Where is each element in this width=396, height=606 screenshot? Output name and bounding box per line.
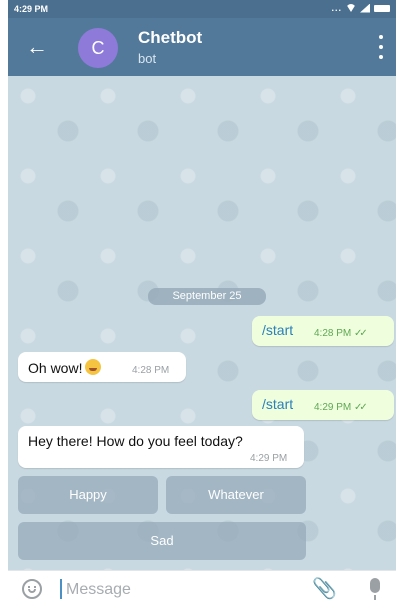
chat-screen: 4:29 PM ... ← C Chetbot bot September 25… bbox=[0, 0, 396, 606]
cell-signal-icon bbox=[360, 3, 370, 13]
chat-title[interactable]: Chetbot bbox=[138, 28, 202, 48]
status-icons: ... bbox=[331, 3, 390, 13]
message-time: 4:28 PM ✓✓ bbox=[314, 328, 368, 339]
microphone-icon[interactable] bbox=[370, 578, 380, 600]
message-input[interactable] bbox=[64, 578, 298, 602]
battery-icon bbox=[374, 4, 390, 12]
date-separator: September 25 bbox=[148, 288, 266, 305]
keyboard-button-sad[interactable]: Sad bbox=[18, 522, 306, 560]
chat-header: ← C Chetbot bot bbox=[8, 18, 396, 76]
message-incoming[interactable]: Oh wow! 4:28 PM bbox=[18, 352, 186, 382]
grinning-face-icon bbox=[85, 359, 102, 375]
avatar[interactable]: C bbox=[78, 28, 118, 68]
status-bar: 4:29 PM ... bbox=[8, 0, 396, 18]
message-outgoing[interactable]: /start 4:28 PM ✓✓ bbox=[252, 316, 394, 346]
keyboard-button-happy[interactable]: Happy bbox=[18, 476, 158, 514]
chat-area[interactable]: September 25 /start 4:28 PM ✓✓ Oh wow! 4… bbox=[8, 76, 396, 570]
message-text: /start bbox=[262, 396, 294, 412]
message-text: /start bbox=[262, 322, 294, 338]
message-text: Oh wow! bbox=[28, 359, 102, 376]
emoji-icon[interactable] bbox=[22, 579, 42, 599]
attach-icon[interactable]: 📎 bbox=[312, 579, 337, 599]
wifi-icon bbox=[346, 4, 356, 12]
double-check-icon: ✓✓ bbox=[354, 402, 368, 413]
text-cursor bbox=[60, 579, 62, 599]
message-outgoing[interactable]: /start 4:29 PM ✓✓ bbox=[252, 390, 394, 420]
message-time: 4:28 PM bbox=[132, 365, 170, 376]
keyboard-button-whatever[interactable]: Whatever bbox=[166, 476, 306, 514]
notification-dots: ... bbox=[331, 3, 342, 13]
chat-subtitle: bot bbox=[138, 51, 157, 66]
message-time: 4:29 PM bbox=[250, 453, 288, 464]
message-incoming[interactable]: Hey there! How do you feel today? 4:29 P… bbox=[18, 426, 304, 468]
double-check-icon: ✓✓ bbox=[354, 328, 368, 339]
more-vert-icon[interactable] bbox=[374, 35, 388, 59]
message-time: 4:29 PM ✓✓ bbox=[314, 402, 368, 413]
back-arrow-icon[interactable]: ← bbox=[24, 34, 50, 60]
status-time: 4:29 PM bbox=[14, 4, 49, 14]
input-bar: 📎 bbox=[8, 570, 396, 606]
message-text: Hey there! How do you feel today? bbox=[28, 433, 243, 449]
